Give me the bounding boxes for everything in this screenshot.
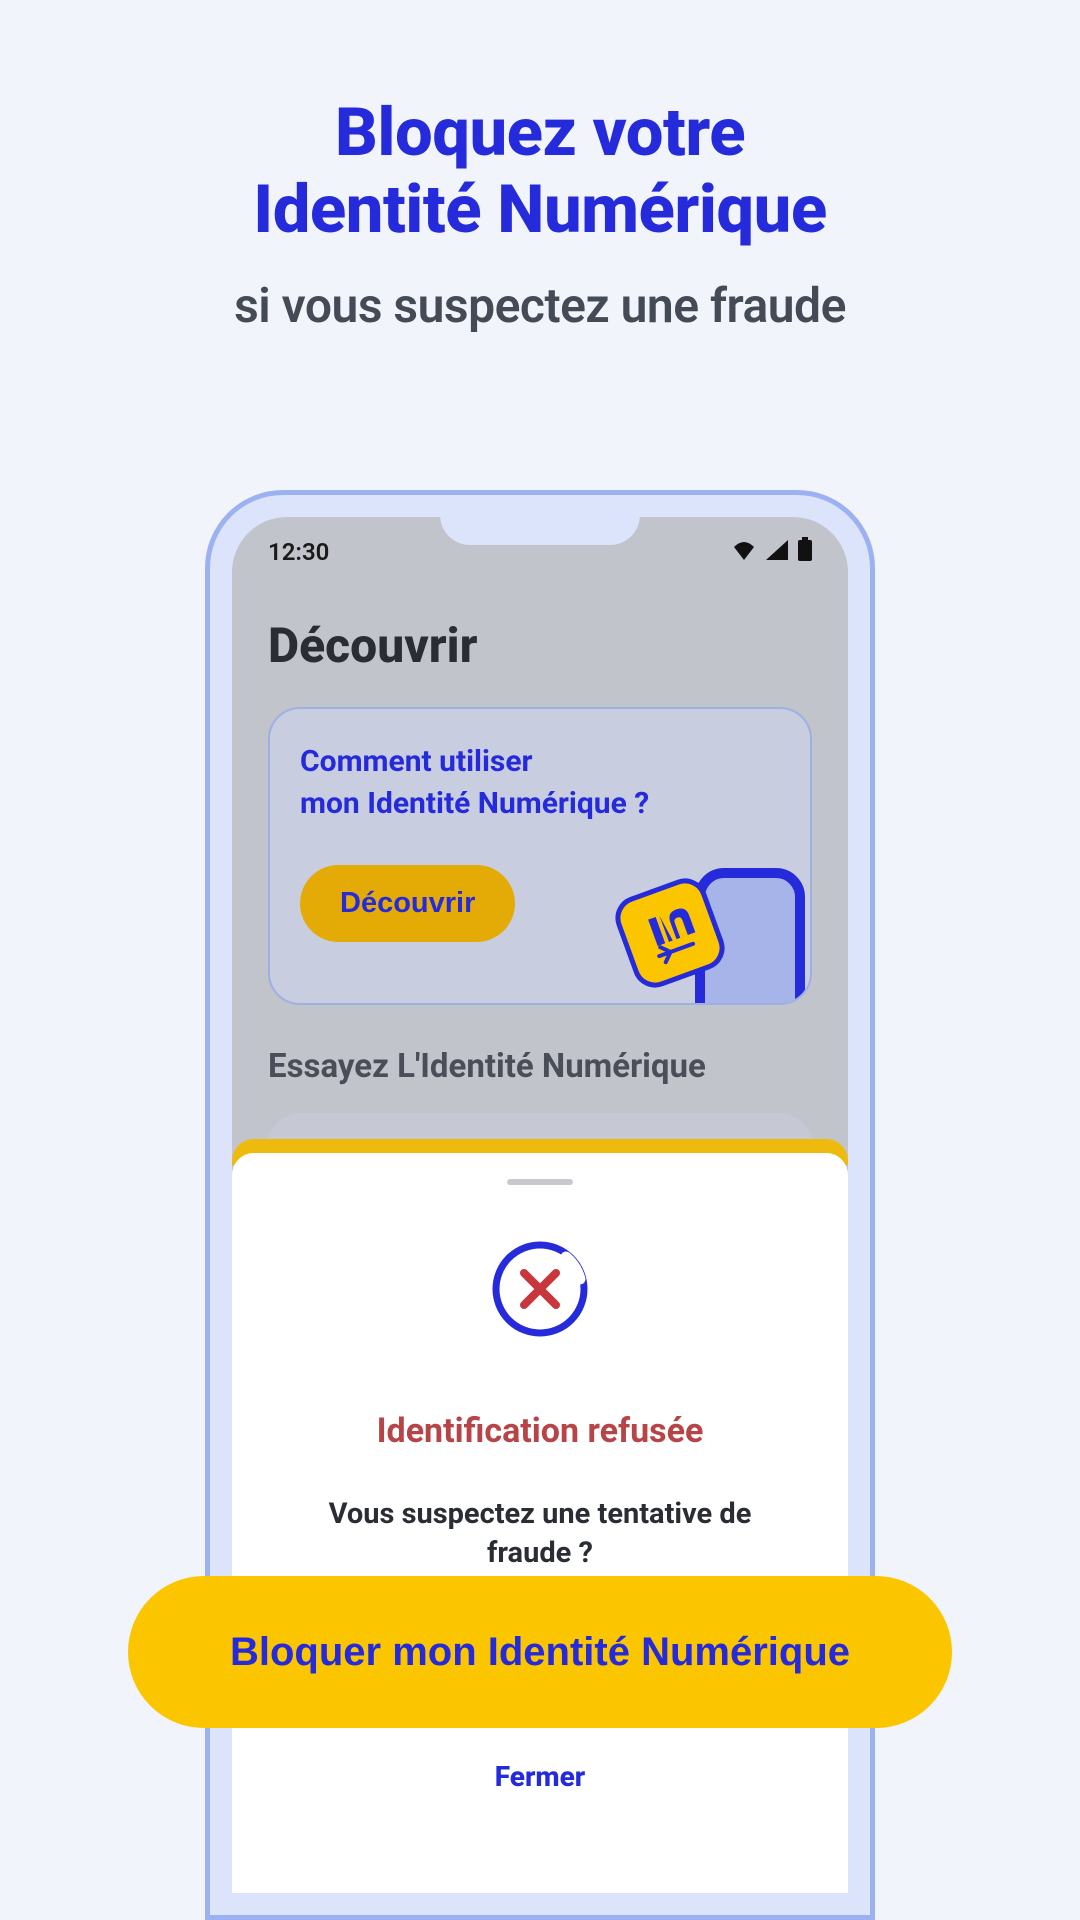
status-icons bbox=[732, 537, 812, 567]
status-bar: 12:30 bbox=[232, 517, 848, 587]
signal-icon bbox=[766, 538, 788, 566]
page-title: Découvrir bbox=[268, 617, 477, 674]
discover-card-illustration bbox=[580, 863, 810, 1005]
discover-button-label: Découvrir bbox=[340, 887, 475, 920]
headline-line-2: Identité Numérique bbox=[253, 171, 826, 249]
headline-sub: si vous suspectez une fraude bbox=[0, 277, 1080, 334]
try-section-title: Essayez L'Identité Numérique bbox=[268, 1047, 706, 1086]
battery-icon bbox=[798, 537, 812, 567]
block-identity-button[interactable]: Bloquer mon Identité Numérique bbox=[128, 1576, 952, 1728]
sheet-title: Identification refusée bbox=[264, 1411, 816, 1451]
wifi-icon bbox=[732, 538, 756, 566]
headline-text: Bloquez votre Identité Numérique bbox=[0, 95, 1080, 249]
close-button[interactable]: Fermer bbox=[232, 1760, 848, 1793]
bottom-sheet: Identification refusée Vous suspectez un… bbox=[232, 1153, 848, 1893]
status-time: 12:30 bbox=[268, 538, 329, 566]
close-button-label: Fermer bbox=[495, 1760, 585, 1793]
headline-line-1: Bloquez votre bbox=[335, 94, 745, 172]
block-identity-button-label: Bloquer mon Identité Numérique bbox=[230, 1630, 850, 1675]
error-circle-icon bbox=[490, 1239, 590, 1339]
discover-card[interactable]: Comment utiliser mon Identité Numérique … bbox=[268, 707, 812, 1005]
discover-button[interactable]: Découvrir bbox=[300, 865, 515, 942]
sheet-grip-handle[interactable] bbox=[507, 1179, 573, 1185]
marketing-headline: Bloquez votre Identité Numérique si vous… bbox=[0, 95, 1080, 334]
sheet-text: Vous suspectez une tentative de fraude ? bbox=[264, 1495, 816, 1573]
discover-card-question: Comment utiliser mon Identité Numérique … bbox=[300, 741, 780, 825]
